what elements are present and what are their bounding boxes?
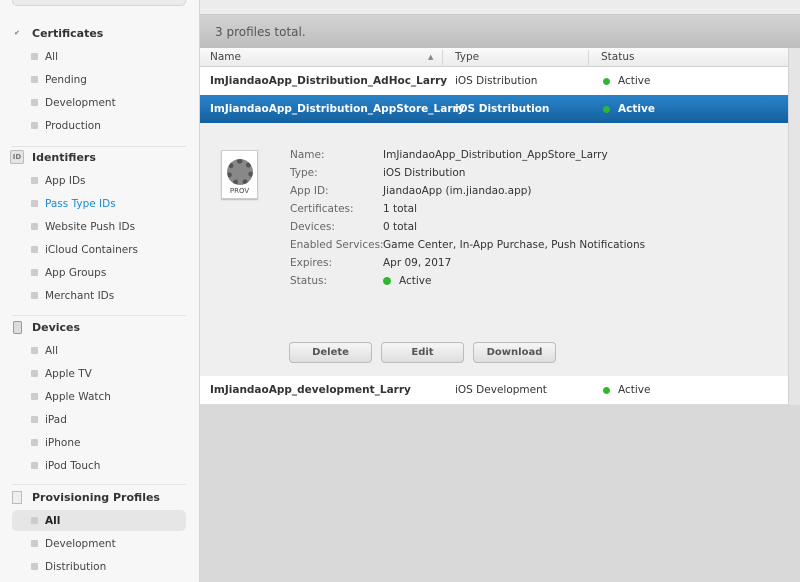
sidebar: ✔︎ Certificates All Pending Development P… (0, 0, 200, 582)
sidebar-item-apple-watch[interactable]: Apple Watch (12, 386, 186, 407)
detail-status: Active (383, 275, 431, 287)
status-active-icon (603, 386, 610, 394)
profile-name: ImJiandaoApp_Distribution_AppStore_Larry (210, 103, 465, 115)
sidebar-item-pass-type-ids[interactable]: Pass Type IDs (12, 193, 186, 214)
table-row[interactable]: ImJiandaoApp_Distribution_AdHoc_Larry iO… (200, 67, 788, 95)
profile-type: iOS Distribution (455, 75, 538, 87)
delete-button[interactable]: Delete (289, 342, 372, 363)
detail-enabled-services: Game Center, In-App Purchase, Push Notif… (383, 239, 646, 251)
detail-label: Type: (290, 167, 318, 179)
id-icon: ID (10, 150, 24, 164)
detail-label: Certificates: (290, 203, 354, 215)
table-header: Name ▲ Type Status (200, 48, 788, 67)
sidebar-item-profiles-development[interactable]: Development (12, 533, 186, 554)
detail-app-id: JiandaoApp (im.jiandao.app) (383, 185, 532, 197)
column-name[interactable]: Name (210, 51, 241, 63)
divider (12, 315, 186, 316)
sidebar-item-production[interactable]: Production (12, 115, 186, 136)
column-type[interactable]: Type (455, 51, 479, 63)
sidebar-item-pending[interactable]: Pending (12, 69, 186, 90)
sidebar-item-profiles-distribution[interactable]: Distribution (12, 556, 186, 577)
table-row-selected[interactable]: ImJiandaoApp_Distribution_AppStore_Larry… (200, 95, 788, 123)
section-title: Provisioning Profiles (32, 490, 160, 504)
sidebar-item-ipad[interactable]: iPad (12, 409, 186, 430)
device-icon (10, 320, 24, 334)
detail-type: iOS Distribution (383, 167, 466, 179)
certificate-icon: ✔︎ (14, 29, 20, 37)
sidebar-item-app-ids[interactable]: App IDs (12, 170, 186, 191)
profile-type: iOS Development (455, 384, 547, 396)
sidebar-item-app-groups[interactable]: App Groups (12, 262, 186, 283)
detail-label: Devices: (290, 221, 335, 233)
profile-type: iOS Distribution (455, 103, 550, 115)
section-title: Devices (32, 320, 81, 334)
section-certificates: ✔︎ Certificates (10, 23, 103, 43)
profile-name: ImJiandaoApp_development_Larry (210, 384, 411, 396)
sidebar-item-profiles-all[interactable]: All (12, 510, 186, 531)
provisioning-profile-icon: PROV (221, 150, 258, 199)
search-input[interactable] (12, 0, 186, 6)
detail-name: ImJiandaoApp_Distribution_AppStore_Larry (383, 149, 608, 161)
sort-ascending-icon[interactable]: ▲ (428, 53, 433, 61)
detail-label: App ID: (290, 185, 329, 197)
section-devices: Devices (10, 317, 80, 337)
detail-expires: Apr 09, 2017 (383, 257, 452, 269)
sidebar-item-icloud-containers[interactable]: iCloud Containers (12, 239, 186, 260)
status: Active (603, 103, 655, 115)
edit-button[interactable]: Edit (381, 342, 464, 363)
sidebar-item-devices-all[interactable]: All (12, 340, 186, 361)
sidebar-item-iphone[interactable]: iPhone (12, 432, 186, 453)
profiles-summary: 3 profiles total. (200, 14, 800, 48)
section-identifiers: ID Identifiers (10, 147, 96, 167)
sidebar-item-certificates-development[interactable]: Development (12, 92, 186, 113)
detail-label: Enabled Services: (290, 239, 384, 251)
sidebar-item-ipod-touch[interactable]: iPod Touch (12, 455, 186, 476)
status: Active (603, 75, 650, 87)
sidebar-item-merchant-ids[interactable]: Merchant IDs (12, 285, 186, 306)
detail-label: Name: (290, 149, 325, 161)
scrollbar[interactable] (788, 48, 800, 406)
section-title: Certificates (32, 26, 104, 40)
profile-name: ImJiandaoApp_Distribution_AdHoc_Larry (210, 75, 448, 87)
table-row[interactable]: ImJiandaoApp_development_Larry iOS Devel… (200, 376, 788, 404)
detail-label: Status: (290, 275, 327, 287)
sidebar-item-certificates-all[interactable]: All (12, 46, 186, 67)
column-status[interactable]: Status (601, 51, 634, 63)
detail-devices: 0 total (383, 221, 418, 233)
detail-label: Expires: (290, 257, 332, 269)
status-active-icon (603, 77, 610, 85)
divider (12, 484, 186, 485)
section-title: Identifiers (32, 150, 96, 164)
main-panel: 3 profiles total. Name ▲ Type Status ImJ… (200, 0, 800, 582)
empty-area (200, 405, 800, 582)
status-active-icon (603, 105, 610, 113)
sidebar-item-website-push-ids[interactable]: Website Push IDs (12, 216, 186, 237)
detail-certificates: 1 total (383, 203, 418, 215)
download-button[interactable]: Download (473, 342, 556, 363)
section-provisioning-profiles: Provisioning Profiles (10, 487, 160, 507)
profile-detail: PROV Name: ImJiandaoApp_Distribution_App… (200, 123, 788, 376)
status-active-icon (383, 277, 391, 285)
document-icon (10, 490, 24, 504)
sidebar-item-apple-tv[interactable]: Apple TV (12, 363, 186, 384)
status: Active (603, 384, 650, 396)
top-band (200, 0, 800, 14)
